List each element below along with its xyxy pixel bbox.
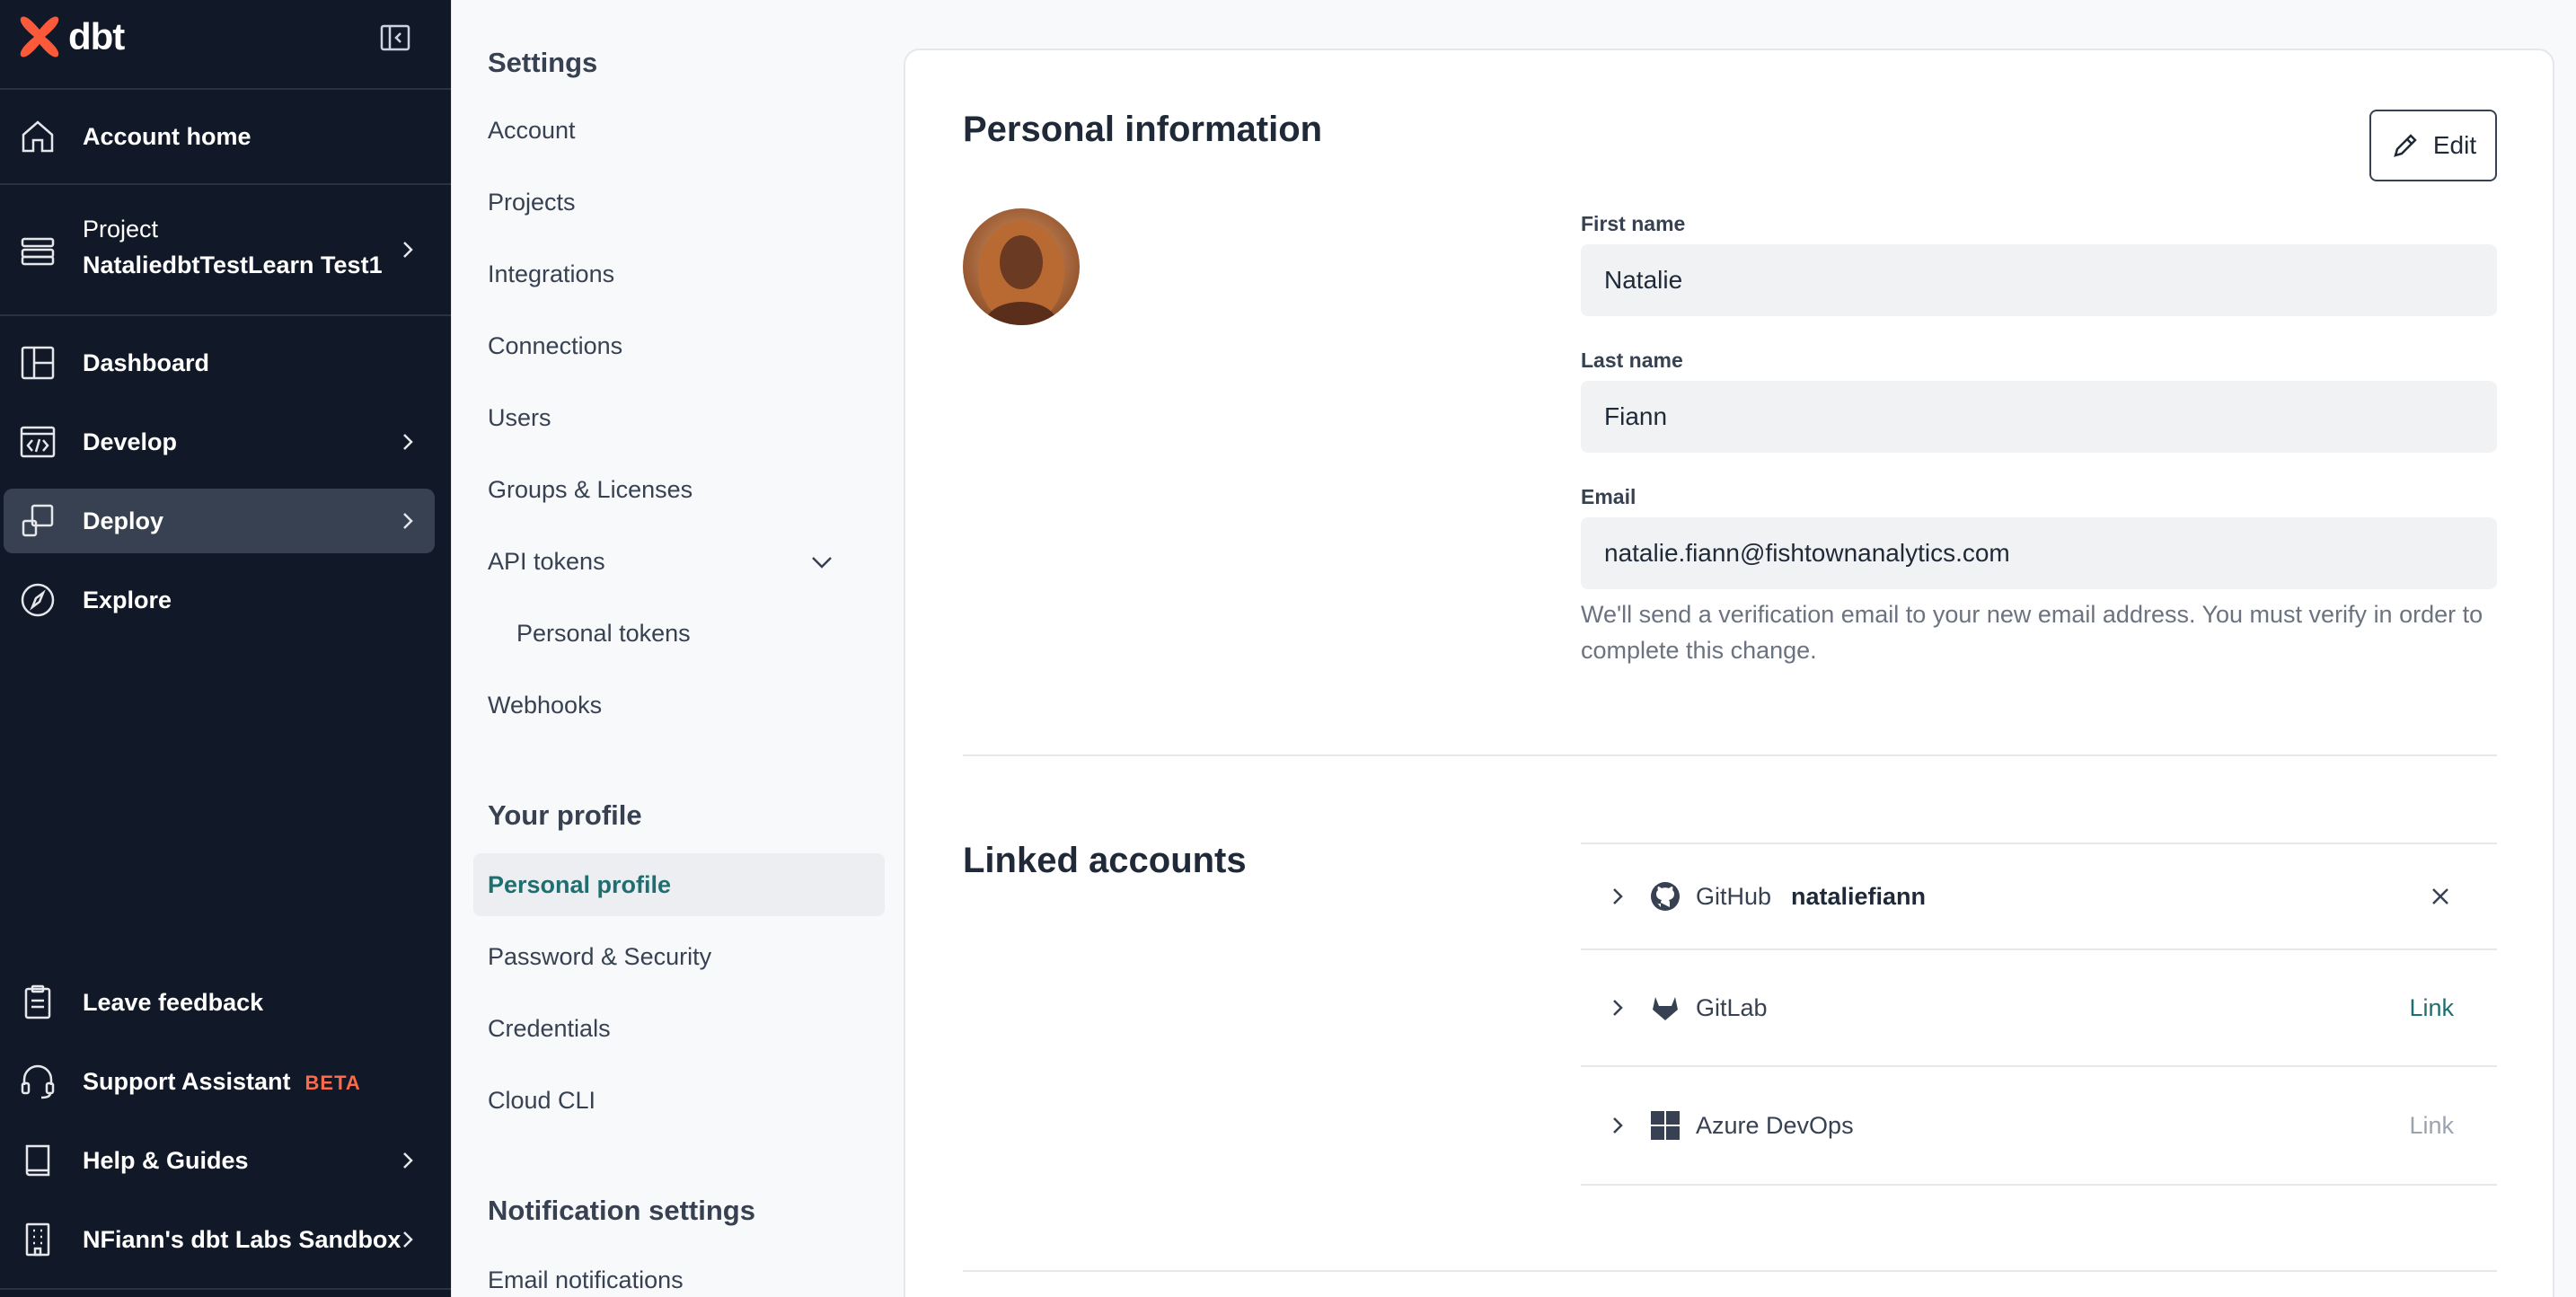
- project-stack-icon: [16, 228, 59, 271]
- nav-dashboard[interactable]: Dashboard: [4, 331, 435, 395]
- first-name-field[interactable]: [1581, 244, 2497, 316]
- settings-item-personal-tokens[interactable]: Personal tokens: [516, 620, 691, 648]
- nav-label: Leave feedback: [83, 988, 264, 1016]
- settings-item-projects[interactable]: Projects: [488, 189, 576, 216]
- settings-heading: Settings: [488, 47, 598, 78]
- avatar: [963, 208, 1080, 325]
- brand-name: dbt: [68, 15, 125, 57]
- settings-item-personal-profile[interactable]: Personal profile: [488, 871, 671, 899]
- chevron-right-icon[interactable]: [1606, 996, 1629, 1019]
- nav-account-home[interactable]: Account home: [4, 104, 435, 169]
- building-icon: [16, 1218, 59, 1261]
- settings-item-credentials[interactable]: Credentials: [488, 1015, 611, 1043]
- chevron-right-icon: [403, 513, 413, 529]
- pencil-icon: [2394, 134, 2417, 157]
- beta-badge: BETA: [304, 1071, 361, 1094]
- settings-item-account[interactable]: Account: [488, 117, 576, 145]
- nav-label: Explore: [83, 586, 172, 613]
- linked-account-row-gitlab[interactable]: GitLab Link: [1581, 948, 2497, 1065]
- compass-icon: [16, 578, 59, 622]
- nav-leave-feedback[interactable]: Leave feedback: [4, 970, 435, 1035]
- nav-explore[interactable]: Explore: [4, 568, 435, 632]
- code-icon: [16, 420, 59, 463]
- nav-label: Deploy: [83, 507, 164, 534]
- nav-develop[interactable]: Develop: [4, 410, 435, 474]
- headset-icon: [16, 1060, 59, 1103]
- nav-help-guides[interactable]: Help & Guides: [4, 1128, 435, 1193]
- personal-info-title: Personal information: [963, 110, 1323, 149]
- profile-heading: Your profile: [488, 799, 642, 831]
- chevron-right-icon[interactable]: [1606, 885, 1629, 908]
- email-field[interactable]: [1581, 517, 2497, 589]
- settings-item-password-security[interactable]: Password & Security: [488, 943, 711, 971]
- divider: [0, 88, 451, 90]
- nav-label: Account home: [83, 122, 251, 150]
- support-label: Support Assistant: [83, 1067, 291, 1095]
- settings-item-connections[interactable]: Connections: [488, 332, 622, 360]
- chevron-right-icon: [403, 1152, 413, 1169]
- chevron-down-icon[interactable]: [807, 548, 836, 577]
- email-help-text: We'll send a verification email to your …: [1581, 601, 2483, 664]
- nav-project-switcher[interactable]: Project NataliedbtTestLearn Test1: [4, 210, 435, 289]
- divider: [0, 183, 451, 185]
- settings-item-groups-licenses[interactable]: Groups & Licenses: [488, 476, 693, 504]
- project-name: NataliedbtTestLearn Test1: [83, 251, 383, 278]
- nav-deploy[interactable]: Deploy: [4, 489, 435, 553]
- nav-label: Support Assistant BETA: [83, 1068, 361, 1096]
- notification-heading: Notification settings: [488, 1195, 755, 1226]
- nav-account-switcher[interactable]: NFiann's dbt Labs Sandbox: [4, 1207, 435, 1272]
- provider-name: GitLab: [1696, 993, 1768, 1021]
- divider: [1581, 1184, 2497, 1186]
- link-azure-devops-button[interactable]: Link: [2409, 1112, 2454, 1140]
- dashboard-icon: [16, 341, 59, 384]
- settings-item-api-tokens[interactable]: API tokens: [488, 548, 605, 576]
- nav-label: NFiann's dbt Labs Sandbox: [83, 1225, 401, 1253]
- last-name-label: Last name: [1581, 349, 1683, 372]
- deploy-icon: [16, 499, 59, 543]
- settings-item-integrations[interactable]: Integrations: [488, 260, 614, 288]
- section-divider: [963, 754, 2497, 756]
- linked-account-row-github[interactable]: GitHub nataliefiann: [1581, 843, 2497, 948]
- linked-account-row-azure-devops[interactable]: Azure DevOps Link: [1581, 1065, 2497, 1184]
- azure-devops-icon: [1651, 1111, 1680, 1140]
- github-icon: [1651, 882, 1680, 911]
- dbt-logo-icon: [20, 16, 59, 57]
- divider: [0, 314, 451, 316]
- dbt-logo[interactable]: dbt: [16, 13, 125, 61]
- home-icon: [16, 115, 59, 158]
- chevron-right-icon[interactable]: [1606, 1114, 1629, 1137]
- nav-label: Dashboard: [83, 349, 210, 376]
- settings-item-cloud-cli[interactable]: Cloud CLI: [488, 1087, 595, 1115]
- last-name-field[interactable]: [1581, 381, 2497, 453]
- email-label: Email: [1581, 485, 1636, 508]
- linked-accounts-title: Linked accounts: [963, 841, 1247, 880]
- edit-label: Edit: [2432, 131, 2477, 159]
- linked-username: nataliefiann: [1791, 882, 1927, 910]
- collapse-sidebar-icon[interactable]: [377, 20, 413, 56]
- chevron-right-icon: [403, 242, 413, 258]
- settings-sidebar: Settings Account Projects Integrations C…: [451, 0, 904, 1297]
- settings-item-webhooks[interactable]: Webhooks: [488, 692, 602, 719]
- link-gitlab-button[interactable]: Link: [2409, 994, 2454, 1022]
- book-icon: [16, 1139, 59, 1182]
- chevron-right-icon: [403, 1231, 413, 1248]
- profile-card: Personal information Edit First name Las…: [904, 49, 2554, 1297]
- provider-name: Azure DevOps: [1696, 1111, 1854, 1139]
- close-icon[interactable]: [2427, 883, 2454, 910]
- nav-support-assistant[interactable]: Support Assistant BETA: [4, 1049, 435, 1114]
- section-divider: [963, 1270, 2497, 1272]
- nav-label: Help & Guides: [83, 1146, 249, 1174]
- settings-item-email-notifications[interactable]: Email notifications: [488, 1266, 684, 1294]
- nav-label: Develop: [83, 428, 178, 455]
- settings-item-users[interactable]: Users: [488, 404, 551, 432]
- edit-button[interactable]: Edit: [2369, 110, 2497, 181]
- divider: [0, 1288, 451, 1290]
- chevron-right-icon: [403, 434, 413, 450]
- project-label: Project: [83, 216, 159, 243]
- first-name-label: First name: [1581, 212, 1686, 235]
- main-sidebar: dbt Account home Project NataliedbtTestL…: [0, 0, 451, 1297]
- clipboard-icon: [16, 981, 59, 1024]
- gitlab-icon: [1653, 997, 1678, 1020]
- provider-name: GitHub: [1696, 882, 1772, 910]
